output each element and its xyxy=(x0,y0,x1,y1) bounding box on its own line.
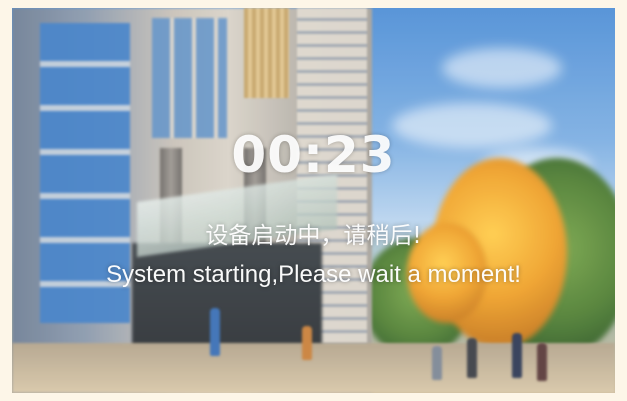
status-message-chinese: 设备启动中，请稍后! xyxy=(205,223,422,249)
countdown-timer: 00:23 xyxy=(231,126,396,184)
boot-screen: 00:23 设备启动中，请稍后! System starting,Please … xyxy=(12,8,615,393)
status-message-english: System starting,Please wait a moment! xyxy=(106,261,521,288)
dim-overlay xyxy=(12,8,615,393)
